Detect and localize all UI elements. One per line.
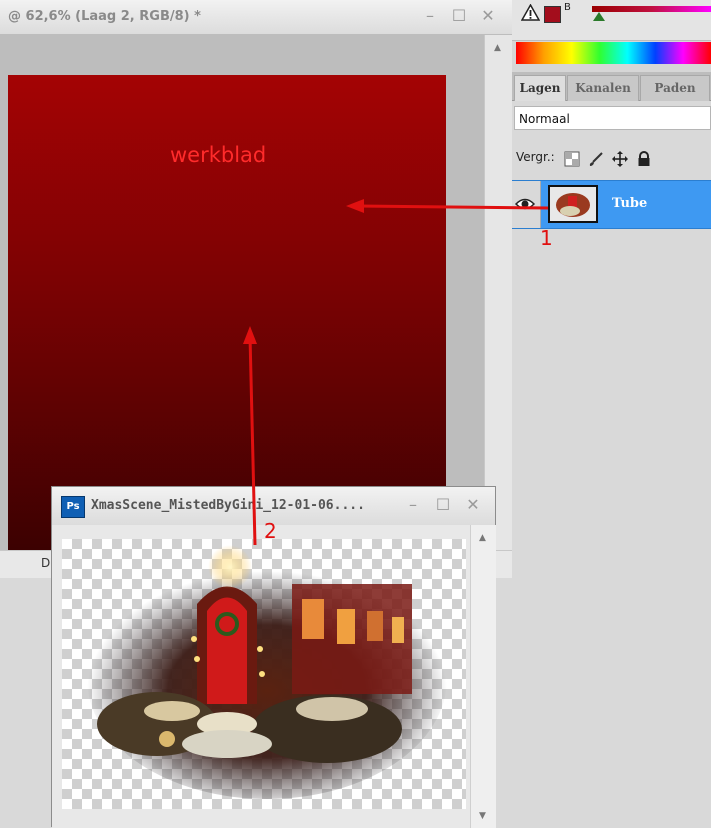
scroll-down-icon[interactable]: ▼: [479, 811, 486, 821]
minimize-button[interactable]: –: [420, 6, 440, 26]
slider-handle-icon[interactable]: [593, 12, 605, 21]
hscroll-fragment: D: [41, 556, 51, 570]
color-slider-track[interactable]: [592, 6, 711, 12]
canvas-workspace[interactable]: werkblad: [0, 35, 484, 550]
channel-label: B: [564, 2, 571, 13]
main-document-title: @ 62,6% (Laag 2, RGB/8) *: [8, 9, 201, 24]
layer-thumbnail[interactable]: [548, 185, 598, 223]
layers-panel: Lagen Kanalen Paden Normaal Vergr.: Tube: [512, 72, 711, 827]
source-canvas[interactable]: [62, 539, 466, 809]
color-panel: B: [512, 0, 711, 41]
panel-tab-row: Lagen Kanalen Paden: [512, 72, 711, 101]
lock-label: Vergr.:: [516, 150, 555, 164]
xmas-scene-image: [87, 545, 447, 799]
scroll-up-icon[interactable]: ▲: [494, 43, 501, 53]
source-document-title: XmasScene_MistedByGini_12-01-06....: [91, 498, 365, 513]
photoshop-app-icon: Ps: [61, 496, 85, 518]
document-canvas[interactable]: werkblad: [8, 75, 446, 550]
tab-paths[interactable]: Paden: [640, 75, 710, 101]
vertical-scrollbar[interactable]: ▲: [484, 35, 513, 550]
warning-icon[interactable]: [521, 4, 540, 21]
lock-transparency-icon[interactable]: [564, 151, 580, 167]
lock-toolbar: Vergr.:: [512, 144, 711, 172]
color-spectrum-bar[interactable]: [516, 42, 711, 64]
maximize-button[interactable]: ☐: [449, 6, 469, 26]
tab-channels[interactable]: Kanalen: [567, 75, 639, 101]
eye-icon[interactable]: [515, 195, 535, 213]
canvas-label-werkblad: werkblad: [170, 143, 267, 167]
lock-brush-icon[interactable]: [588, 151, 604, 167]
source-vertical-scrollbar[interactable]: ▲ ▼: [470, 525, 496, 828]
blend-mode-select[interactable]: Normaal: [514, 106, 711, 130]
minimize-button[interactable]: –: [403, 495, 423, 515]
scroll-up-icon[interactable]: ▲: [479, 533, 486, 543]
source-canvas-workspace[interactable]: [52, 525, 470, 828]
layer-name: Tube: [612, 196, 648, 211]
tab-layers[interactable]: Lagen: [514, 75, 566, 101]
main-titlebar[interactable]: @ 62,6% (Laag 2, RGB/8) * – ☐ ✕: [0, 0, 512, 35]
foreground-color-swatch[interactable]: [544, 6, 561, 23]
lock-move-icon[interactable]: [612, 151, 628, 167]
visibility-toggle[interactable]: [512, 181, 541, 228]
right-panel-dock: B Lagen Kanalen Paden Normaal Vergr.: Tu…: [512, 0, 711, 827]
thumbnail-image-icon: [550, 187, 596, 221]
annotation-number-2: 2: [264, 519, 277, 543]
annotation-number-1: 1: [540, 226, 553, 250]
layer-row-tube[interactable]: Tube: [512, 180, 711, 229]
lock-all-icon[interactable]: [636, 151, 652, 167]
close-button[interactable]: ✕: [463, 495, 483, 515]
maximize-button[interactable]: ☐: [433, 495, 453, 515]
close-button[interactable]: ✕: [478, 6, 498, 26]
